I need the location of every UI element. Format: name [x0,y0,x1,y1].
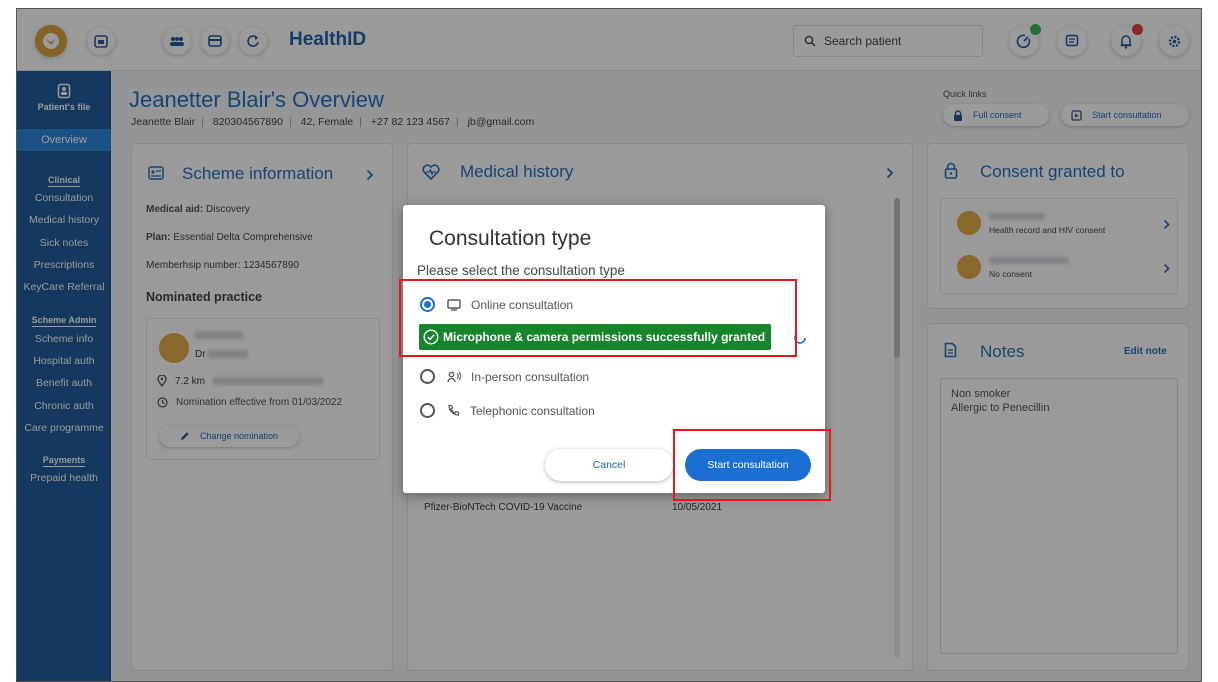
radio-telephonic[interactable] [420,403,435,418]
radio-in-person[interactable] [420,369,435,384]
app-window: HealthID Search patient Patient's file O… [16,8,1202,682]
person-speaking-icon [447,371,461,382]
option-in-person-consultation[interactable]: In-person consultation [420,369,589,384]
phone-icon [448,404,460,416]
option-telephonic-consultation[interactable]: Telephonic consultation [420,403,595,418]
dialog-title: Consultation type [429,227,592,250]
dialog-subtitle: Please select the consultation type [417,263,625,278]
cancel-button[interactable]: Cancel [545,449,673,481]
highlight-box-start-button [673,429,831,501]
highlight-box-online-option [399,279,797,357]
